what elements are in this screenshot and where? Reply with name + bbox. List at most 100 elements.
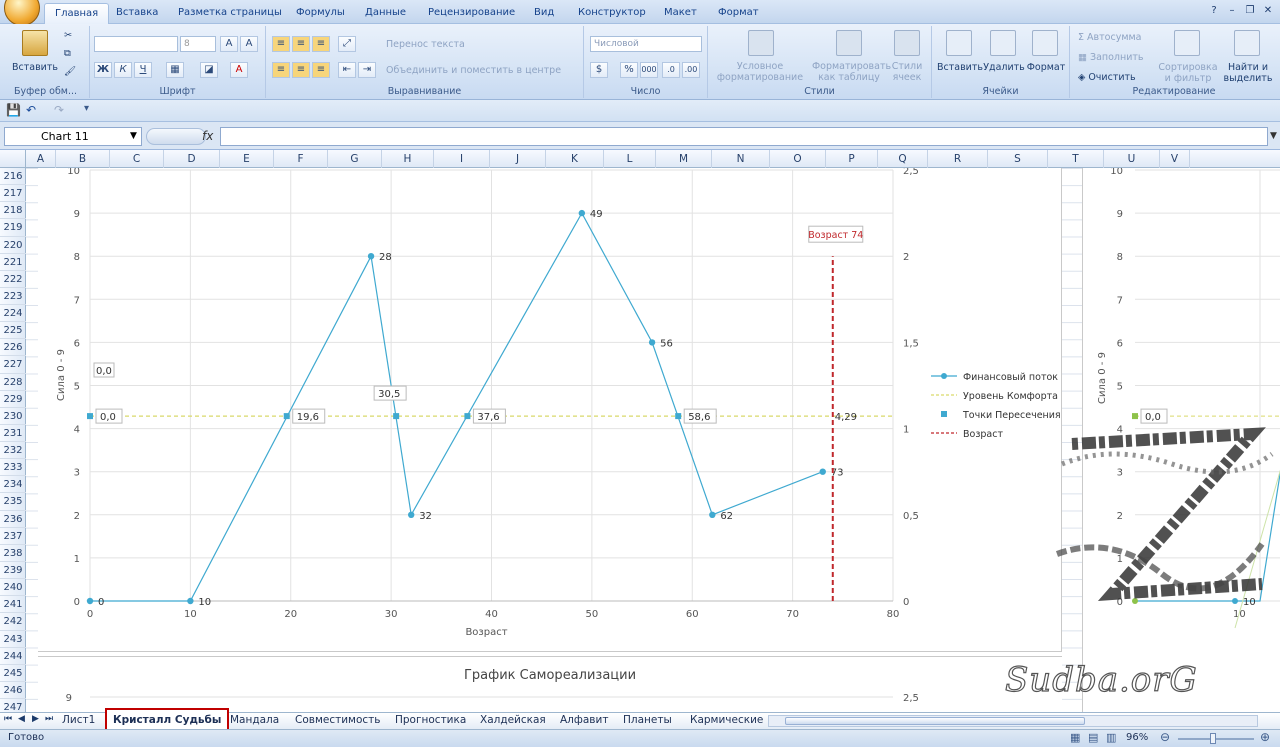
normal-view-icon[interactable]: ▦	[1070, 731, 1080, 744]
row-header-221[interactable]: 221	[0, 254, 26, 271]
paste-button[interactable]: Вставить	[8, 62, 62, 73]
row-header-229[interactable]: 229	[0, 391, 26, 408]
row-header-237[interactable]: 237	[0, 528, 26, 545]
row-header-238[interactable]: 238	[0, 545, 26, 562]
insert-cells-icon[interactable]	[946, 30, 972, 56]
fill-button[interactable]: ▦ Заполнить	[1078, 52, 1144, 63]
column-header-M[interactable]: M	[656, 150, 712, 168]
tab-formulas[interactable]: Формулы	[286, 3, 355, 24]
row-header-220[interactable]: 220	[0, 237, 26, 254]
row-header-231[interactable]: 231	[0, 425, 26, 443]
row-header-224[interactable]: 224	[0, 305, 26, 323]
column-header-P[interactable]: P	[826, 150, 878, 168]
row-header-242[interactable]: 242	[0, 613, 26, 631]
sheet-tab-prognostics[interactable]: Прогностика	[395, 713, 466, 729]
align-left-icon[interactable]: ≡	[272, 62, 290, 78]
column-header-E[interactable]: E	[220, 150, 274, 168]
name-box[interactable]: Chart 11	[4, 127, 142, 146]
copy-icon[interactable]: ⧉	[64, 48, 71, 59]
minimize-icon[interactable]: –	[1224, 4, 1240, 18]
prev-sheet-icon[interactable]: ◀	[18, 714, 25, 724]
expand-formula-icon[interactable]: ▼	[1270, 131, 1277, 141]
orientation-icon[interactable]: ⤢	[338, 36, 356, 52]
delete-cells-icon[interactable]	[990, 30, 1016, 56]
clear-button[interactable]: ◈ Очистить	[1078, 72, 1136, 83]
zoom-level[interactable]: 96%	[1126, 732, 1148, 743]
tab-page-layout[interactable]: Разметка страницы	[168, 3, 292, 24]
borders-icon[interactable]: ▦	[166, 62, 184, 78]
row-header-240[interactable]: 240	[0, 579, 26, 597]
wrap-text-button[interactable]: Перенос текста	[386, 39, 465, 50]
column-header-G[interactable]: G	[328, 150, 382, 168]
insert-function-icon[interactable]: fx	[202, 129, 213, 143]
column-header-L[interactable]: L	[604, 150, 656, 168]
row-header-223[interactable]: 223	[0, 288, 26, 306]
bold-button[interactable]: Ж	[94, 62, 112, 78]
horizontal-scroll-thumb[interactable]	[785, 717, 1085, 725]
decrease-decimal-icon[interactable]: .00	[682, 62, 700, 78]
chart-financial-flow[interactable]: 0 10 20 30 40 50 60 70 80 0 1 2 3 4 5 6 7 8 9 10 0 0,5 1 1,5 2 2,…	[38, 166, 1062, 652]
conditional-format-button[interactable]: Условное форматирование	[710, 61, 810, 83]
align-middle-icon[interactable]: ≡	[292, 36, 310, 52]
row-header-216[interactable]: 216	[0, 168, 26, 186]
paste-icon[interactable]	[22, 30, 48, 56]
shrink-font-icon[interactable]: A	[240, 36, 258, 52]
row-header-219[interactable]: 219	[0, 219, 26, 237]
sheet-tab-karmic[interactable]: Кармические	[690, 713, 763, 729]
row-header-243[interactable]: 243	[0, 631, 26, 648]
sheet-tab-alphabet[interactable]: Алфавит	[560, 713, 608, 729]
insert-cells-button[interactable]: Вставить	[934, 62, 986, 73]
sort-filter-button[interactable]: Сортировка и фильтр	[1156, 62, 1220, 84]
row-header-234[interactable]: 234	[0, 476, 26, 494]
column-header-N[interactable]: N	[712, 150, 770, 168]
restore-icon[interactable]: ❐	[1242, 4, 1258, 18]
column-header-I[interactable]: I	[434, 150, 490, 168]
chart-self-realization[interactable]: График Самореализации 9 2,5	[38, 656, 1062, 712]
formula-input[interactable]	[220, 127, 1268, 146]
column-header-R[interactable]: R	[928, 150, 988, 168]
row-header-225[interactable]: 225	[0, 322, 26, 340]
align-bottom-icon[interactable]: ≡	[312, 36, 330, 52]
column-header-O[interactable]: O	[770, 150, 826, 168]
tab-home[interactable]: Главная	[44, 3, 110, 24]
format-as-table-button[interactable]: Форматировать как таблицу	[812, 61, 891, 83]
row-header-217[interactable]: 217	[0, 185, 26, 203]
column-header-Q[interactable]: Q	[878, 150, 928, 168]
font-color-icon[interactable]: A	[230, 62, 248, 78]
name-box-dropdown-icon[interactable]: ▼	[130, 131, 137, 141]
cell-styles-button[interactable]: Стили ячеек	[886, 61, 928, 83]
format-as-table-icon[interactable]	[836, 30, 862, 56]
align-top-icon[interactable]: ≡	[272, 36, 290, 52]
sheet-tab-mandala[interactable]: Мандала	[230, 713, 279, 729]
help-icon[interactable]: ?	[1206, 4, 1222, 18]
row-header-222[interactable]: 222	[0, 271, 26, 288]
percent-button[interactable]: %	[620, 62, 638, 78]
row-header-246[interactable]: 246	[0, 682, 26, 700]
sheet-tab-compatibility[interactable]: Совместимость	[295, 713, 380, 729]
row-header-232[interactable]: 232	[0, 442, 26, 460]
column-header-H[interactable]: H	[382, 150, 434, 168]
column-header-J[interactable]: J	[490, 150, 546, 168]
delete-cells-button[interactable]: Удалить	[982, 62, 1026, 73]
tab-view[interactable]: Вид	[524, 3, 564, 24]
grow-font-icon[interactable]: A	[220, 36, 238, 52]
close-icon[interactable]: ✕	[1260, 4, 1276, 18]
tab-design[interactable]: Конструктор	[568, 3, 656, 24]
row-header-235[interactable]: 235	[0, 493, 26, 511]
tab-layout[interactable]: Макет	[654, 3, 707, 24]
number-format-select[interactable]: Числовой	[590, 36, 702, 52]
zoom-out-icon[interactable]: ⊖	[1160, 730, 1170, 744]
align-center-icon[interactable]: ≡	[292, 62, 310, 78]
redo-icon[interactable]: ↷	[54, 103, 64, 117]
column-header-A[interactable]: A	[26, 150, 56, 168]
row-header-230[interactable]: 230	[0, 408, 26, 425]
sort-filter-icon[interactable]	[1174, 30, 1200, 56]
increase-decimal-icon[interactable]: .0	[662, 62, 680, 78]
row-header-245[interactable]: 245	[0, 665, 26, 682]
fill-color-icon[interactable]: ◪	[200, 62, 218, 78]
row-header-241[interactable]: 241	[0, 596, 26, 614]
column-header-V[interactable]: V	[1160, 150, 1190, 168]
first-sheet-icon[interactable]: ⏮	[4, 714, 12, 724]
zoom-slider[interactable]	[1178, 738, 1254, 740]
tab-insert[interactable]: Вставка	[106, 3, 168, 24]
